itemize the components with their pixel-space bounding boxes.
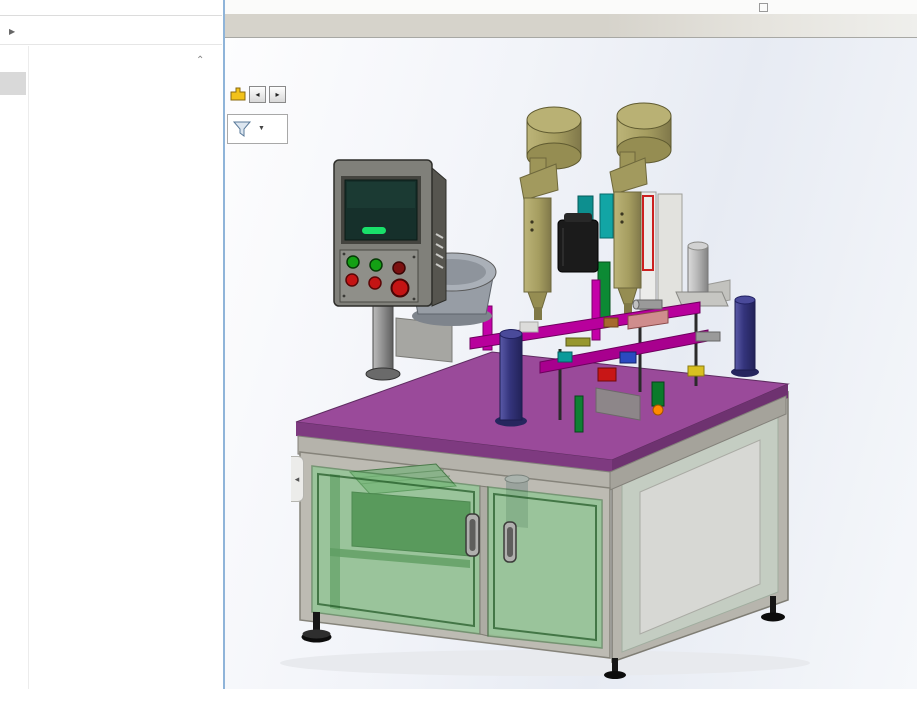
small-square-glyph [759, 3, 768, 12]
cabinet-base [296, 352, 788, 662]
tree-back-button[interactable]: ◂ [249, 86, 266, 103]
divider [0, 44, 222, 45]
file-list [28, 80, 222, 689]
screen-status-bar [362, 227, 386, 234]
tree-forward-button[interactable]: ▸ [269, 86, 286, 103]
tree-filter-box[interactable]: ▼ [227, 114, 288, 144]
navy-cylinder-right [731, 296, 759, 377]
button-green-1[interactable] [347, 256, 359, 268]
machine-3d-view [225, 38, 917, 689]
button-green-2[interactable] [370, 259, 382, 271]
solidworks-window: ◂ ▸ ▼ ◂ [223, 0, 917, 689]
column-header-row[interactable]: ⌃ [28, 55, 222, 75]
motor [558, 213, 598, 272]
orange-indicator [653, 405, 663, 415]
button-red-2[interactable] [369, 277, 381, 289]
command-tabs-bar [225, 14, 917, 38]
nav-selected-row[interactable] [0, 72, 26, 95]
door-handle-left [466, 514, 479, 556]
expand-arrow-icon[interactable]: ▶ [9, 27, 15, 36]
explorer-toolbar [0, 0, 222, 16]
command-manager-partial [225, 0, 917, 14]
door-glass-left [312, 466, 480, 634]
explorer-root-item[interactable]: ▶ [0, 24, 222, 43]
magenta-column-1 [592, 280, 600, 340]
panel-collapse-tab[interactable]: ◂ [291, 456, 304, 502]
explorer-nav-strip [0, 46, 29, 689]
navy-cylinder-left [495, 330, 527, 427]
feature-tree-rows [227, 148, 291, 727]
assembly-icon [229, 84, 247, 102]
filter-dropdown-caret[interactable]: ▼ [258, 125, 265, 132]
floor-shadow [280, 650, 810, 676]
filter-funnel-icon [232, 119, 252, 139]
graphics-viewport[interactable]: ◂ ▸ ▼ ◂ [225, 38, 917, 689]
feature-manager-panel: ◂ ▸ ▼ [227, 78, 291, 727]
gray-cylinder [676, 242, 730, 306]
explorer-window: ▶ ⌃ [0, 0, 222, 689]
door-handle-right [504, 522, 516, 562]
button-red-1[interactable] [346, 274, 358, 286]
button-emergency[interactable] [392, 280, 409, 297]
button-darkred[interactable] [393, 262, 405, 274]
feature-manager-toolbar: ◂ ▸ [229, 80, 289, 112]
chevron-up-icon[interactable]: ⌃ [196, 55, 204, 66]
door-glass-right [488, 487, 602, 648]
